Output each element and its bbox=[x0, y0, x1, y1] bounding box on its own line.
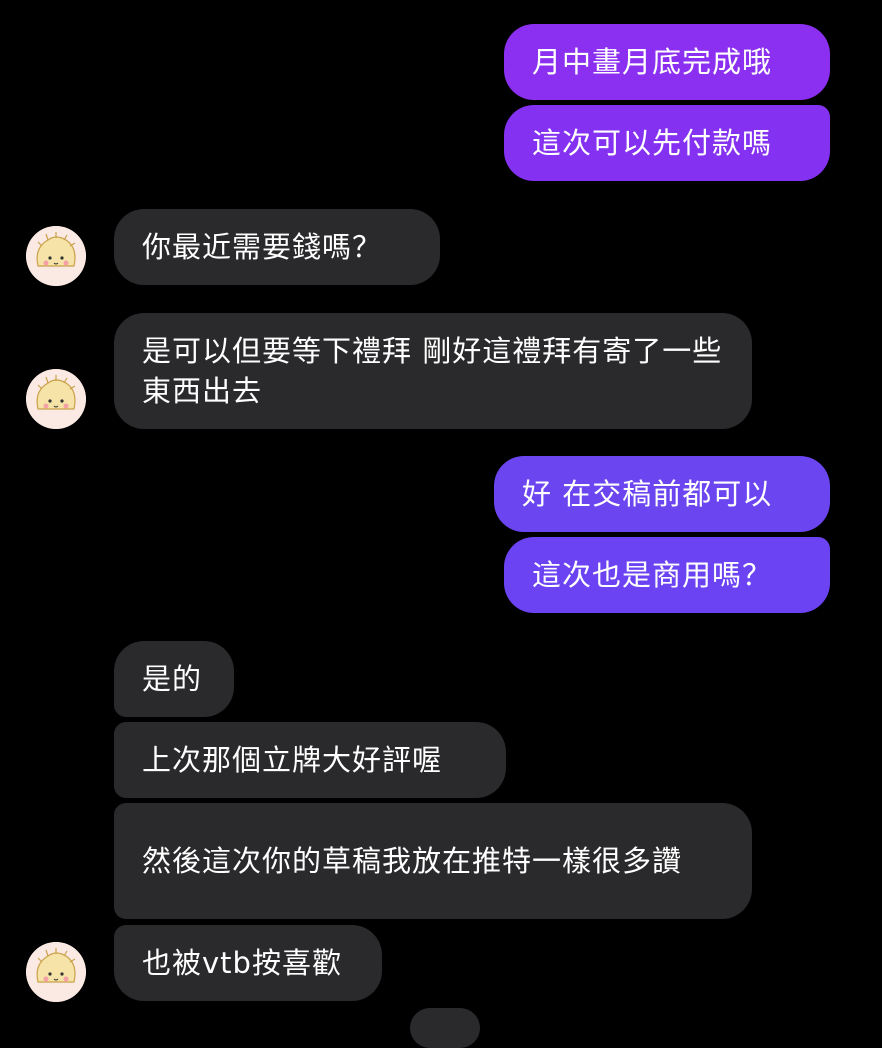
message-received[interactable]: 你最近需要錢嗎？ bbox=[114, 209, 440, 285]
message-text: 這次也是商用嗎？ bbox=[532, 558, 773, 592]
contact-avatar[interactable] bbox=[26, 942, 86, 1002]
message-sent[interactable]: 這次也是商用嗎？ bbox=[504, 537, 830, 613]
message-text: 是的 bbox=[142, 662, 203, 696]
message-sent[interactable]: 這次可以先付款嗎 bbox=[504, 105, 830, 181]
contact-avatar[interactable] bbox=[26, 369, 86, 429]
message-text: 是可以但要等下禮拜 剛好這禮拜有寄了一些東西出去 bbox=[142, 334, 723, 408]
message-text: 然後這次你的草稿我放在推特一樣很多讚 bbox=[142, 844, 683, 878]
message-received[interactable]: 也被vtb按喜歡 bbox=[114, 925, 382, 1001]
message-sent[interactable]: 月中畫月底完成哦 bbox=[504, 24, 830, 100]
hedgehog-avatar-icon bbox=[26, 942, 86, 1002]
message-text: 好 在交稿前都可以 bbox=[522, 477, 773, 511]
message-text: 也被vtb按喜歡 bbox=[142, 946, 342, 980]
message-received-partial[interactable] bbox=[410, 1008, 480, 1048]
message-text: 這次可以先付款嗎 bbox=[532, 126, 773, 160]
message-sent[interactable]: 好 在交稿前都可以 bbox=[494, 456, 830, 532]
message-received[interactable]: 上次那個立牌大好評喔 bbox=[114, 722, 506, 798]
message-received[interactable]: 是可以但要等下禮拜 剛好這禮拜有寄了一些東西出去 bbox=[114, 313, 752, 429]
contact-avatar[interactable] bbox=[26, 226, 86, 286]
message-text: 你最近需要錢嗎？ bbox=[142, 230, 383, 264]
message-received[interactable]: 然後這次你的草稿我放在推特一樣很多讚 bbox=[114, 803, 752, 919]
hedgehog-avatar-icon bbox=[26, 226, 86, 286]
message-text: 上次那個立牌大好評喔 bbox=[142, 743, 443, 777]
hedgehog-avatar-icon bbox=[26, 369, 86, 429]
message-received[interactable]: 是的 bbox=[114, 641, 234, 717]
message-text: 月中畫月底完成哦 bbox=[532, 45, 773, 79]
